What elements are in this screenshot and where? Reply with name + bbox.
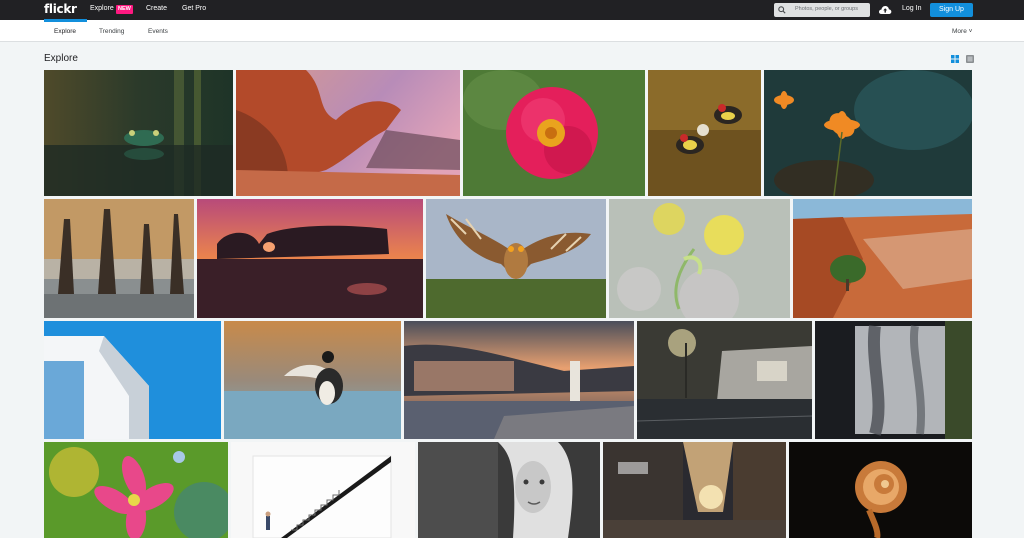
snowdrop-photo-image — [609, 199, 790, 318]
tab-events[interactable]: Events — [148, 28, 168, 35]
staircase-photo-image — [231, 442, 415, 538]
search-placeholder: Photos, people, or groups — [795, 6, 858, 12]
photo-owl-wings[interactable] — [426, 199, 606, 318]
rose-photo-image — [463, 70, 645, 196]
photo-red-rock-arch[interactable] — [236, 70, 460, 196]
frog-photo-image — [44, 70, 233, 196]
photo-frog-in-water[interactable] — [44, 70, 233, 196]
fern-photo-image — [789, 442, 972, 538]
signup-button[interactable]: Sign Up — [930, 3, 973, 17]
photo-duck-water[interactable] — [224, 321, 401, 439]
photo-sea-arch[interactable] — [197, 199, 423, 318]
active-tab-indicator — [44, 19, 87, 22]
photo-fern-spiral[interactable] — [789, 442, 972, 538]
page-title: Explore — [44, 53, 78, 64]
login-link[interactable]: Log In — [902, 5, 921, 12]
coastal-town-photo-image — [404, 321, 634, 439]
sea-arch-photo-image — [197, 199, 423, 318]
photo-pink-lily[interactable] — [44, 442, 228, 538]
new-badge: NEW — [116, 5, 133, 14]
tab-trending[interactable]: Trending — [99, 28, 124, 35]
photo-snowdrop-bokeh[interactable] — [609, 199, 790, 318]
goldfinch-photo-image — [648, 70, 761, 196]
photo-blonde-woman-bw[interactable] — [418, 442, 600, 538]
search-input[interactable]: Photos, people, or groups — [774, 3, 870, 17]
lily-photo-image — [44, 442, 228, 538]
shadow-photo-image — [815, 321, 972, 439]
photo-city-street[interactable] — [603, 442, 786, 538]
nav-create[interactable]: Create — [146, 5, 167, 12]
photo-white-building[interactable] — [44, 321, 221, 439]
orange-flower-photo-image — [764, 70, 972, 196]
nav-explore[interactable]: Explore — [90, 5, 114, 12]
photo-pink-rose[interactable] — [463, 70, 645, 196]
photo-street-lamp[interactable] — [637, 321, 812, 439]
tab-explore[interactable]: Explore — [54, 28, 76, 35]
building-photo-image — [44, 321, 221, 439]
search-icon — [778, 6, 786, 14]
canyon-photo-image — [793, 199, 972, 318]
photo-goldfinches[interactable] — [648, 70, 761, 196]
owl-photo-image — [426, 199, 606, 318]
photo-cypress-forest[interactable] — [44, 199, 194, 318]
street-lamp-photo-image — [637, 321, 812, 439]
city-street-photo-image — [603, 442, 786, 538]
sub-nav-bar: Explore Trending Events More ˅ — [0, 20, 1024, 42]
flickr-logo[interactable]: flickr — [44, 2, 77, 16]
portrait-photo-image — [418, 442, 600, 538]
photo-red-canyon[interactable] — [793, 199, 972, 318]
photo-white-staircase[interactable] — [231, 442, 415, 538]
photo-coastal-town[interactable] — [404, 321, 634, 439]
red-rock-photo-image — [236, 70, 460, 196]
top-nav-bar: flickr Explore NEW Create Get Pro Photos… — [0, 0, 1024, 20]
cypress-photo-image — [44, 199, 194, 318]
justified-view-icon[interactable] — [951, 55, 959, 63]
upload-cloud-icon[interactable] — [878, 4, 892, 15]
duck-photo-image — [224, 321, 401, 439]
nav-get-pro[interactable]: Get Pro — [182, 5, 206, 12]
single-view-icon[interactable] — [966, 55, 974, 63]
photo-shadow-wall[interactable] — [815, 321, 972, 439]
photo-orange-flowers[interactable] — [764, 70, 972, 196]
more-menu[interactable]: More ˅ — [952, 28, 972, 35]
